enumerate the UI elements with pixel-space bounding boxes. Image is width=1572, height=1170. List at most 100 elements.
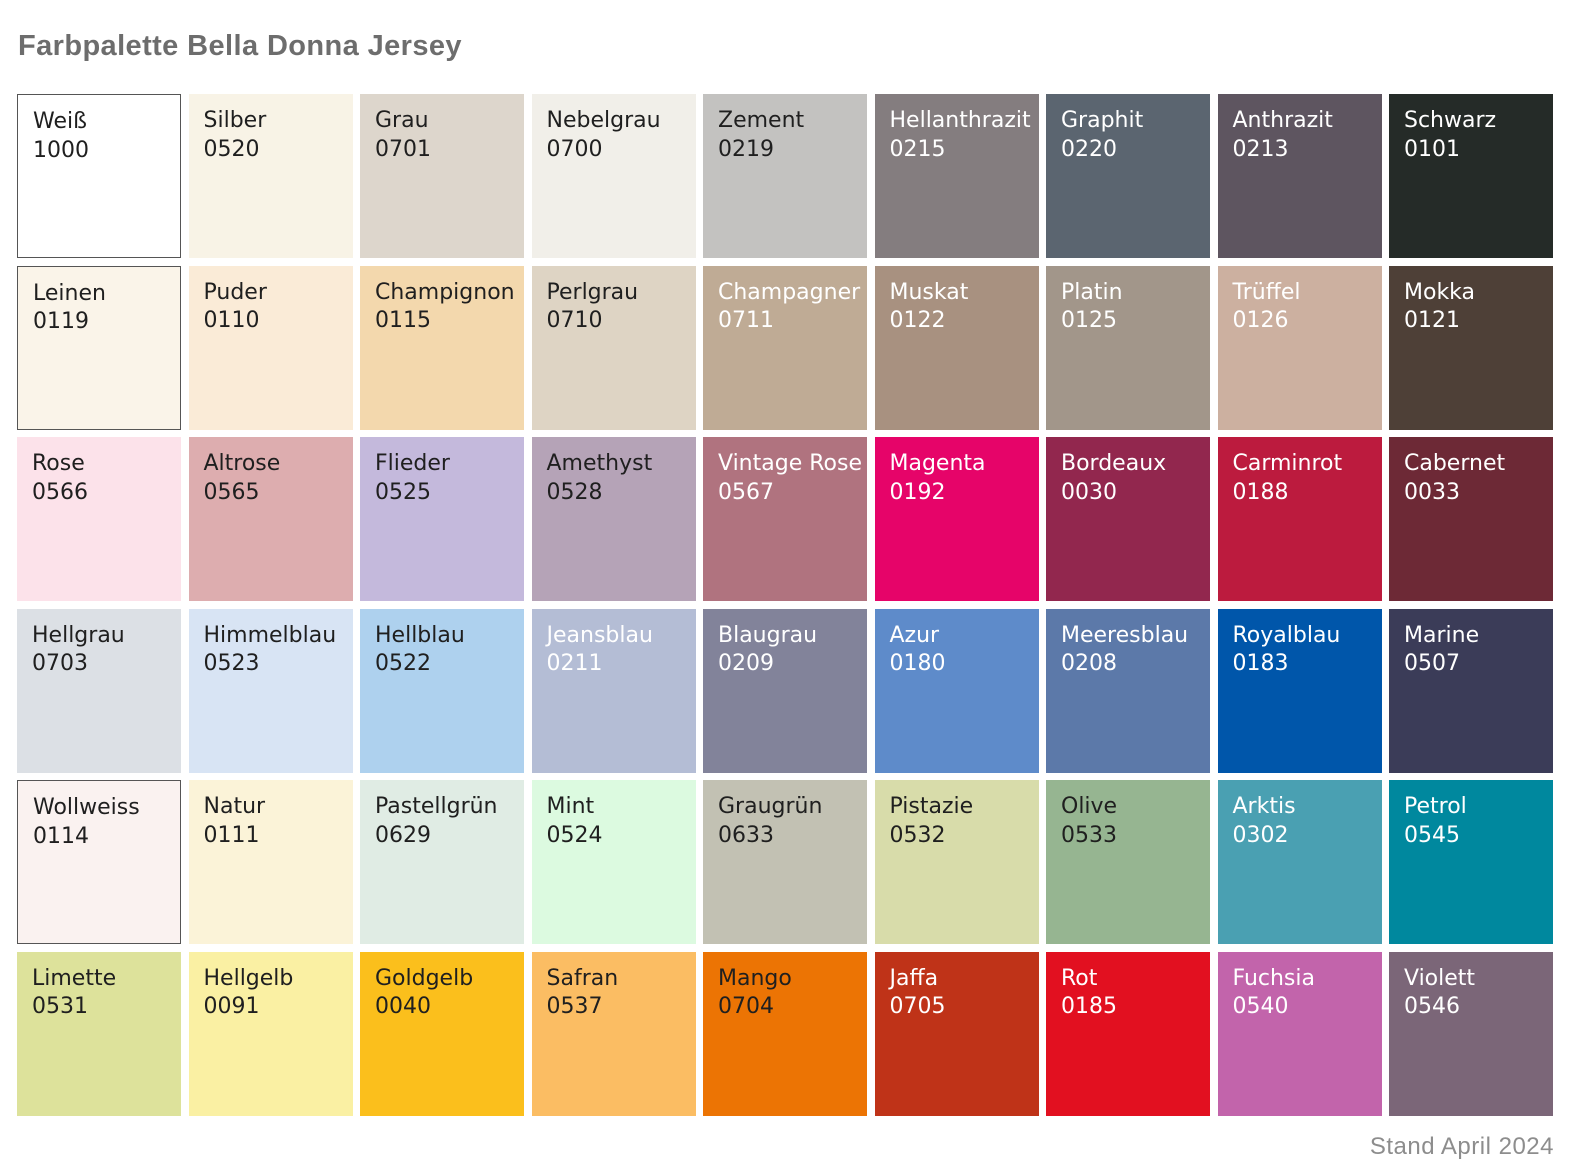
color-name: Cabernet [1404, 450, 1547, 479]
color-swatch: Marine 0507 [1389, 609, 1553, 773]
color-code: 0125 [1061, 307, 1204, 336]
color-code: 0700 [547, 136, 690, 165]
color-swatch: Vintage Rose 0567 [703, 437, 867, 601]
color-name: Arktis [1233, 793, 1376, 822]
color-name: Meeresblau [1061, 622, 1204, 651]
color-swatch: Cabernet 0033 [1389, 437, 1553, 601]
color-swatch: Leinen 0119 [17, 266, 181, 430]
color-code: 0531 [32, 993, 175, 1022]
color-code: 0522 [375, 650, 518, 679]
color-code: 0208 [1061, 650, 1204, 679]
color-name: Graugrün [718, 793, 861, 822]
color-name: Vintage Rose [718, 450, 861, 479]
color-code: 0705 [890, 993, 1033, 1022]
color-name: Fuchsia [1233, 965, 1376, 994]
color-code: 0507 [1404, 650, 1547, 679]
color-name: Pastellgrün [375, 793, 518, 822]
color-name: Platin [1061, 279, 1204, 308]
color-name: Jeansblau [547, 622, 690, 651]
color-code: 0219 [718, 136, 861, 165]
color-swatch: Silber 0520 [189, 94, 353, 258]
color-code: 0532 [890, 822, 1033, 851]
color-name: Azur [890, 622, 1033, 651]
color-code: 0115 [375, 307, 518, 336]
color-name: Anthrazit [1233, 107, 1376, 136]
color-name: Perlgrau [547, 279, 690, 308]
color-swatch: Weiß 1000 [17, 94, 181, 258]
color-swatch: Platin 0125 [1046, 266, 1210, 430]
color-swatch: Natur 0111 [189, 780, 353, 944]
color-name: Safran [547, 965, 690, 994]
color-name: Jaffa [890, 965, 1033, 994]
color-name: Schwarz [1404, 107, 1547, 136]
color-name: Weiß [33, 108, 174, 137]
color-code: 0101 [1404, 136, 1547, 165]
color-swatch: Royalblau 0183 [1218, 609, 1382, 773]
color-code: 0183 [1233, 650, 1376, 679]
color-code: 0215 [890, 136, 1033, 165]
color-code: 0545 [1404, 822, 1547, 851]
color-swatch: Rot 0185 [1046, 952, 1210, 1116]
color-code: 0121 [1404, 307, 1547, 336]
color-name: Zement [718, 107, 861, 136]
color-swatch: Arktis 0302 [1218, 780, 1382, 944]
color-swatch: Muskat 0122 [875, 266, 1039, 430]
color-name: Marine [1404, 622, 1547, 651]
color-name: Goldgelb [375, 965, 518, 994]
color-name: Altrose [204, 450, 347, 479]
color-swatch: Carminrot 0188 [1218, 437, 1382, 601]
color-swatch: Safran 0537 [532, 952, 696, 1116]
color-code: 0537 [547, 993, 690, 1022]
color-swatch: Trüffel 0126 [1218, 266, 1382, 430]
color-name: Amethyst [547, 450, 690, 479]
color-code: 0114 [33, 823, 174, 852]
color-swatch: Grau 0701 [360, 94, 524, 258]
color-code: 0546 [1404, 993, 1547, 1022]
color-name: Carminrot [1233, 450, 1376, 479]
color-swatch: Blaugrau 0209 [703, 609, 867, 773]
color-code: 0211 [547, 650, 690, 679]
color-code: 0180 [890, 650, 1033, 679]
color-swatch: Bordeaux 0030 [1046, 437, 1210, 601]
color-code: 0540 [1233, 993, 1376, 1022]
color-swatch: Meeresblau 0208 [1046, 609, 1210, 773]
color-name: Himmelblau [204, 622, 347, 651]
color-swatch: Hellgrau 0703 [17, 609, 181, 773]
color-swatch: Graugrün 0633 [703, 780, 867, 944]
color-code: 0220 [1061, 136, 1204, 165]
color-code: 0710 [547, 307, 690, 336]
color-name: Muskat [890, 279, 1033, 308]
color-code: 0633 [718, 822, 861, 851]
color-name: Pistazie [890, 793, 1033, 822]
color-swatch: Mint 0524 [532, 780, 696, 944]
color-swatch: Nebelgrau 0700 [532, 94, 696, 258]
color-name: Natur [204, 793, 347, 822]
color-code: 0524 [547, 822, 690, 851]
color-name: Petrol [1404, 793, 1547, 822]
color-name: Hellblau [375, 622, 518, 651]
color-code: 0111 [204, 822, 347, 851]
color-name: Trüffel [1233, 279, 1376, 308]
color-swatch: Olive 0533 [1046, 780, 1210, 944]
color-code: 0629 [375, 822, 518, 851]
color-swatch: Flieder 0525 [360, 437, 524, 601]
color-code: 0122 [890, 307, 1033, 336]
color-name: Royalblau [1233, 622, 1376, 651]
color-name: Mint [547, 793, 690, 822]
color-name: Limette [32, 965, 175, 994]
color-code: 0033 [1404, 479, 1547, 508]
color-name: Blaugrau [718, 622, 861, 651]
color-name: Flieder [375, 450, 518, 479]
color-name: Olive [1061, 793, 1204, 822]
color-code: 0567 [718, 479, 861, 508]
color-code: 0565 [204, 479, 347, 508]
color-swatch: Hellgelb 0091 [189, 952, 353, 1116]
color-code: 0704 [718, 993, 861, 1022]
color-name: Mokka [1404, 279, 1547, 308]
color-swatch: Pastellgrün 0629 [360, 780, 524, 944]
color-swatch: Mango 0704 [703, 952, 867, 1116]
color-name: Graphit [1061, 107, 1204, 136]
color-name: Hellgelb [204, 965, 347, 994]
color-name: Nebelgrau [547, 107, 690, 136]
page-title: Farbpalette Bella Donna Jersey [18, 30, 462, 63]
